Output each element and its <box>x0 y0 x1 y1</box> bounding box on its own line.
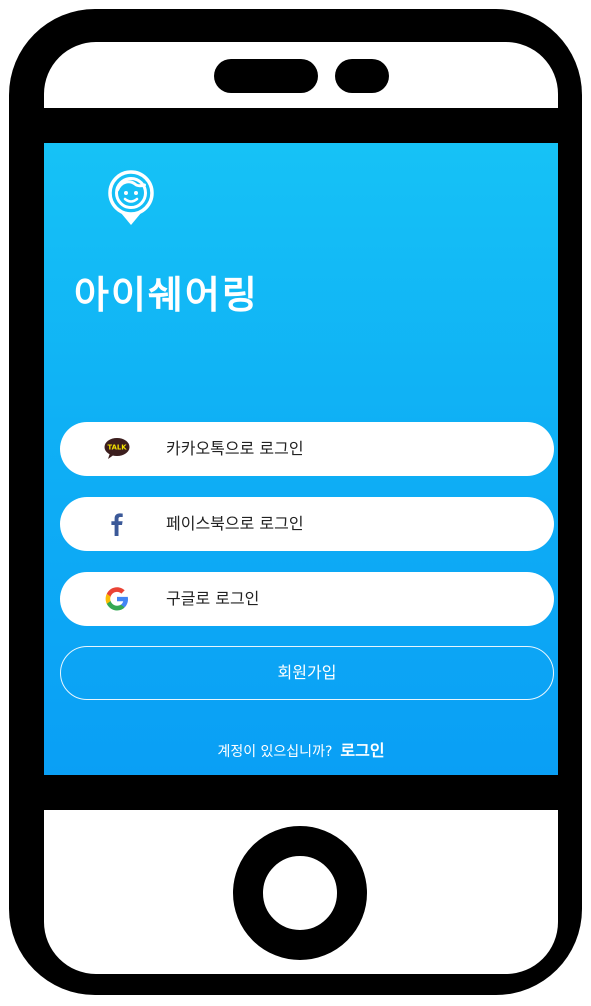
facebook-login-label: 페이스북으로 로그인 <box>166 514 304 533</box>
kakaotalk-icon: TALK <box>104 438 130 459</box>
facebook-icon <box>111 513 123 536</box>
phone-camera <box>335 59 389 93</box>
home-button[interactable] <box>233 826 367 960</box>
login-link[interactable]: 로그인 <box>340 741 384 760</box>
google-login-button[interactable]: 구글로 로그인 <box>60 572 554 626</box>
phone-speaker <box>214 59 318 93</box>
login-prompt-text: 계정이 있으십니까? <box>217 744 333 760</box>
facebook-login-button[interactable]: 페이스북으로 로그인 <box>60 497 554 551</box>
kakao-icon-text: TALK <box>108 444 128 452</box>
face-pin-logo-icon <box>108 170 154 225</box>
app-screen: 아이쉐어링 TALK 카카오톡으로 로그인 페이스북으로 로그인 구글로 로그인… <box>44 143 558 775</box>
google-icon <box>105 587 128 611</box>
google-login-label: 구글로 로그인 <box>166 589 260 608</box>
kakao-login-label: 카카오톡으로 로그인 <box>166 439 304 458</box>
login-prompt: 계정이 있으십니까? 로그인 <box>44 741 558 762</box>
signup-button[interactable]: 회원가입 <box>60 646 554 700</box>
kakao-login-button[interactable]: TALK 카카오톡으로 로그인 <box>60 422 554 476</box>
app-title: 아이쉐어링 <box>74 273 259 317</box>
